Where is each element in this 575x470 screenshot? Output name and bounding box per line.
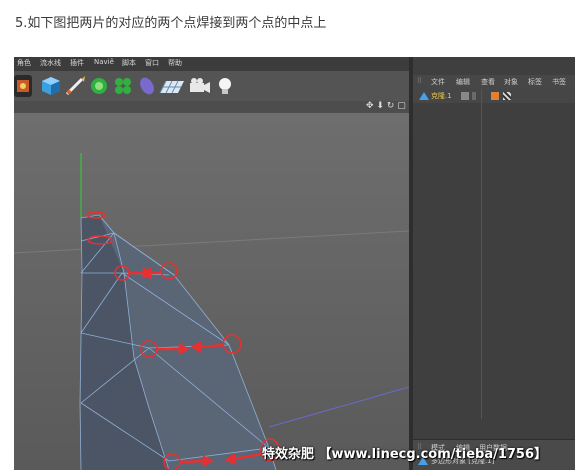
subdivision-icon[interactable] xyxy=(88,75,110,97)
cloner-icon[interactable] xyxy=(112,75,134,97)
object-manager-menu: ⠿ 文件 编辑 查看 对象 标签 书签 xyxy=(413,75,575,89)
om-menu-edit[interactable]: 编辑 xyxy=(456,77,470,87)
watermark-text: 特效杂肥 【www.linecg.com/tieba/1756】 xyxy=(262,447,548,462)
mesh-scene xyxy=(14,153,409,470)
character-icon[interactable] xyxy=(14,75,32,97)
cinema4d-window: 角色 流水线 插件 Naviê 脚本 窗口 帮助 ✥ ⬇ ↻ ▢ ⠿ 文件 编辑… xyxy=(14,57,575,470)
viewport-header: ✥ ⬇ ↻ ▢ xyxy=(14,101,409,113)
x-axis-line xyxy=(268,386,409,428)
texture-tag-icon[interactable] xyxy=(503,92,511,100)
phong-tag-icon[interactable] xyxy=(491,92,499,100)
pen-icon[interactable] xyxy=(64,75,86,97)
viewport-nav-icons[interactable]: ✥ ⬇ ↻ ▢ xyxy=(366,101,406,111)
light-icon[interactable] xyxy=(214,75,236,97)
column-separator xyxy=(481,89,482,419)
om-menu-bookmarks[interactable]: 书签 xyxy=(552,77,566,87)
right-panel: ⠿ 文件 编辑 查看 对象 标签 书签 克隆.1 ⠿ 模式 编辑 用户数据 多边… xyxy=(413,57,575,470)
om-menu-file[interactable]: 文件 xyxy=(431,77,445,87)
cube-icon[interactable] xyxy=(40,75,62,97)
menu-item-window[interactable]: 窗口 xyxy=(145,58,159,68)
grip-icon: ⠿ xyxy=(417,77,423,85)
layer-icon[interactable] xyxy=(461,92,469,100)
menu-item-script[interactable]: 脚本 xyxy=(122,58,136,68)
grid-line xyxy=(14,230,409,254)
menu-item-navie[interactable]: Naviê xyxy=(94,58,114,66)
camera-icon[interactable] xyxy=(188,75,212,97)
om-menu-tags[interactable]: 标签 xyxy=(528,77,542,87)
menu-item-character[interactable]: 角色 xyxy=(17,58,31,68)
om-menu-view[interactable]: 查看 xyxy=(481,77,495,87)
object-row[interactable]: 克隆.1 xyxy=(413,89,575,103)
menu-item-pipeline[interactable]: 流水线 xyxy=(40,58,61,68)
visibility-dots-icon[interactable] xyxy=(472,92,476,100)
menu-item-help[interactable]: 帮助 xyxy=(168,58,182,68)
3d-viewport[interactable] xyxy=(14,113,409,470)
floor-icon[interactable] xyxy=(158,75,186,97)
polygon-object-icon xyxy=(419,92,429,100)
tool-bar xyxy=(14,71,409,101)
menu-item-plugins[interactable]: 插件 xyxy=(70,58,84,68)
instruction-caption: 5.如下图把两片的对应的两个点焊接到两个点的中点上 xyxy=(15,16,327,31)
deformer-icon[interactable] xyxy=(136,75,158,97)
menu-bar: 角色 流水线 插件 Naviê 脚本 窗口 帮助 xyxy=(14,57,409,71)
object-name[interactable]: 克隆.1 xyxy=(431,91,452,101)
om-menu-object[interactable]: 对象 xyxy=(504,77,518,87)
